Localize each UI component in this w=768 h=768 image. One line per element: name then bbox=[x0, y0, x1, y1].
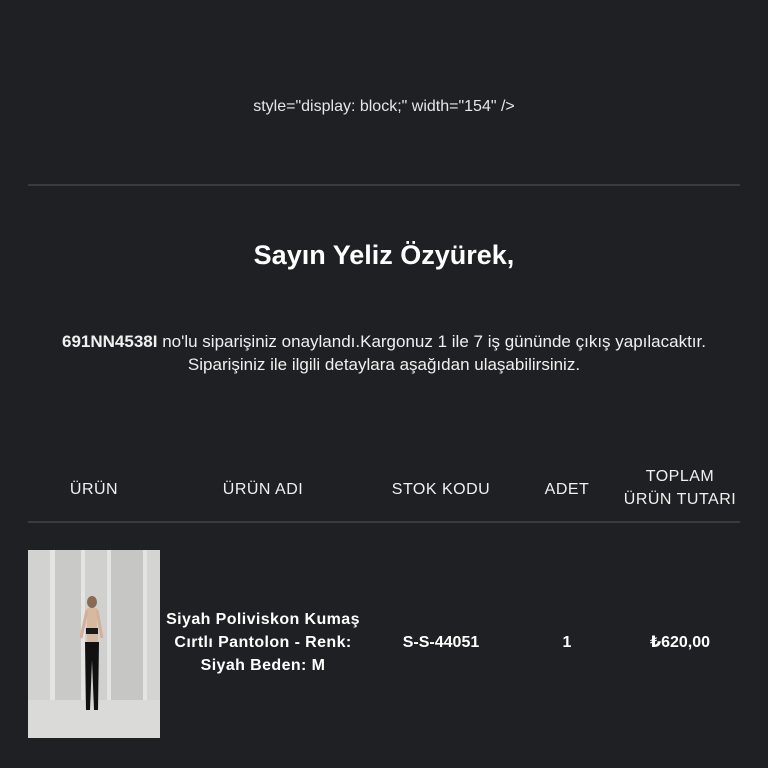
product-photo-illustration bbox=[28, 550, 160, 738]
header-total: TOPLAM ÜRÜN TUTARI bbox=[612, 465, 748, 511]
table-header-divider bbox=[28, 521, 740, 523]
order-number: 691NN4538I bbox=[62, 332, 158, 351]
quantity-cell: 1 bbox=[562, 634, 572, 651]
product-name-cell: Siyah Poliviskon Kumaş Cırtlı Pantolon -… bbox=[166, 611, 360, 674]
header-total-line1: TOPLAM bbox=[645, 468, 715, 485]
order-message: 691NN4538I no'lu siparişiniz onaylandı.K… bbox=[60, 330, 708, 376]
header-stock-code: STOK KODU bbox=[391, 481, 491, 498]
header-quantity: ADET bbox=[544, 481, 590, 498]
header-product: ÜRÜN bbox=[69, 481, 119, 498]
top-divider bbox=[28, 184, 740, 186]
header-total-line2: ÜRÜN TUTARI bbox=[623, 491, 737, 508]
details-info-text: Siparişiniz ile ilgili detaylara aşağıda… bbox=[187, 355, 581, 374]
order-confirmation-rest: no'lu siparişiniz onaylandı.Kargonuz 1 i… bbox=[157, 332, 706, 351]
product-image[interactable] bbox=[28, 550, 160, 738]
greeting-heading: Sayın Yeliz Özyürek, bbox=[253, 240, 515, 270]
order-confirmation-text: 691NN4538I no'lu siparişiniz onaylandı.K… bbox=[62, 332, 706, 351]
stock-code-cell: S-S-44051 bbox=[402, 634, 480, 651]
total-price-cell: ₺620,00 bbox=[649, 634, 711, 651]
header-product-name: ÜRÜN ADI bbox=[222, 481, 304, 498]
stray-html-text: style="display: block;" width="154" /> bbox=[253, 98, 515, 115]
